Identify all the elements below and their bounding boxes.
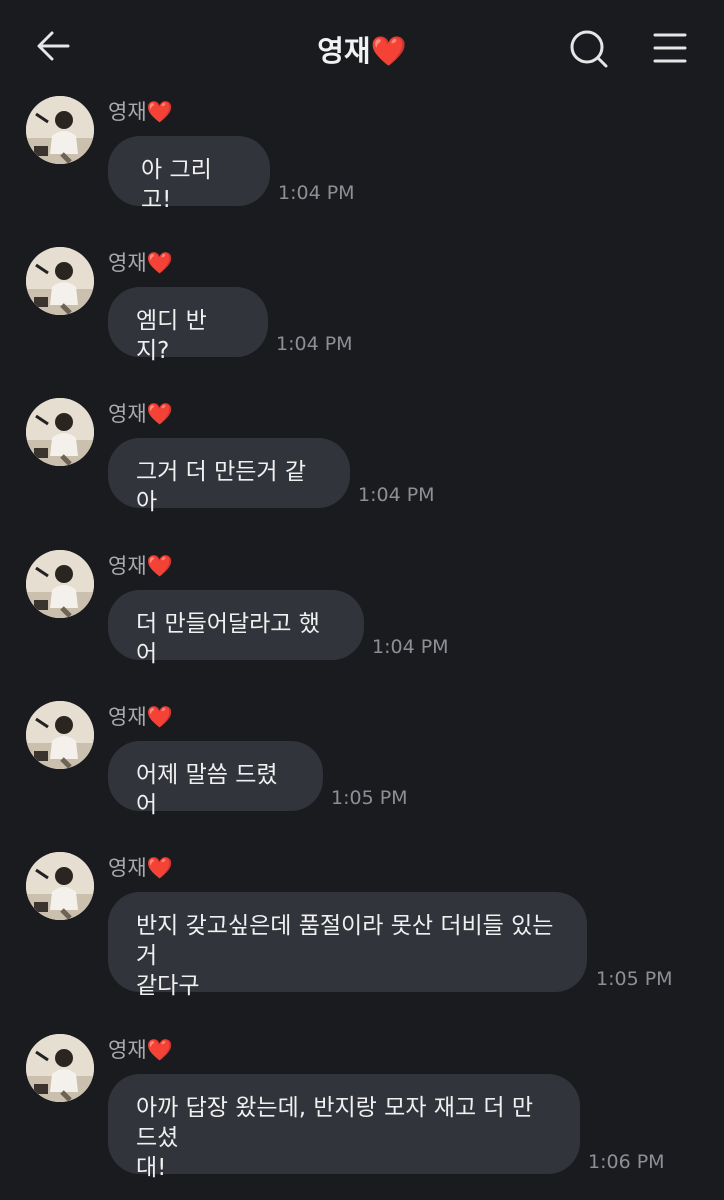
avatar[interactable]	[26, 247, 94, 315]
message-bubble[interactable]: 어제 말씀 드렸어	[108, 741, 323, 818]
sender-name: 영재❤️	[108, 96, 173, 126]
message-bubble[interactable]: 엠디 반지?	[108, 287, 268, 364]
message-timestamp: 1:04 PM	[278, 182, 355, 204]
sender-label: 영재	[108, 1038, 147, 1062]
message-timestamp: 1:04 PM	[276, 333, 353, 355]
message-text-line: 대!	[136, 1155, 167, 1181]
message-bubble[interactable]: 그거 더 만든거 같아	[108, 438, 350, 515]
avatar[interactable]	[26, 398, 94, 466]
chat-header: 영재❤️	[0, 0, 724, 94]
chat-title-text: 영재	[317, 34, 371, 68]
sender-label: 영재	[108, 402, 147, 426]
avatar[interactable]	[26, 550, 94, 618]
search-icon[interactable]	[566, 26, 612, 72]
avatar[interactable]	[26, 852, 94, 920]
message-timestamp: 1:06 PM	[588, 1151, 665, 1173]
sender-label: 영재	[108, 856, 147, 880]
heart-emoji: ❤️	[146, 1038, 173, 1062]
message-bubble[interactable]: 더 만들어달라고 했어	[108, 590, 364, 667]
message-timestamp: 1:05 PM	[596, 968, 673, 990]
sender-name: 영재❤️	[108, 1034, 173, 1064]
message-timestamp: 1:04 PM	[372, 636, 449, 658]
message-text-line: 같다구	[136, 973, 200, 999]
sender-label: 영재	[108, 705, 147, 729]
heart-emoji: ❤️	[146, 856, 173, 880]
back-arrow-icon[interactable]	[34, 26, 74, 66]
message-bubble[interactable]: 아 그리고!	[108, 136, 270, 213]
message-bubble[interactable]: 반지 갖고싶은데 품절이라 못산 더비들 있는거 같다구	[108, 892, 587, 999]
sender-name: 영재❤️	[108, 701, 173, 731]
message-text-line: 아까 답장 왔는데, 반지랑 모자 재고 더 만드셨	[136, 1095, 534, 1151]
sender-name: 영재❤️	[108, 247, 173, 277]
hamburger-menu-icon[interactable]	[650, 30, 690, 66]
sender-name: 영재❤️	[108, 398, 173, 428]
avatar[interactable]	[26, 1034, 94, 1102]
sender-name: 영재❤️	[108, 550, 173, 580]
sender-label: 영재	[108, 100, 147, 124]
message-timestamp: 1:05 PM	[331, 787, 408, 809]
avatar[interactable]	[26, 96, 94, 164]
heart-emoji: ❤️	[146, 554, 173, 578]
sender-label: 영재	[108, 251, 147, 275]
message-bubble[interactable]: 아까 답장 왔는데, 반지랑 모자 재고 더 만드셨 대!	[108, 1074, 580, 1181]
sender-label: 영재	[108, 554, 147, 578]
heart-emoji: ❤️	[146, 402, 173, 426]
message-text: 그거 더 만든거 같아	[136, 459, 307, 515]
avatar[interactable]	[26, 701, 94, 769]
message-text-line: 반지 갖고싶은데 품절이라 못산 더비들 있는거	[136, 913, 554, 969]
heart-emoji: ❤️	[146, 100, 173, 124]
sender-name: 영재❤️	[108, 852, 173, 882]
heart-emoji: ❤️	[146, 705, 173, 729]
heart-emoji: ❤️	[370, 34, 407, 68]
message-text: 어제 말씀 드렸어	[136, 762, 278, 818]
message-timestamp: 1:04 PM	[358, 484, 435, 506]
chat-title: 영재❤️	[0, 28, 724, 70]
message-text: 아 그리고!	[141, 157, 212, 213]
message-text: 더 만들어달라고 했어	[136, 611, 320, 667]
message-text: 엠디 반지?	[136, 308, 207, 364]
heart-emoji: ❤️	[146, 251, 173, 275]
